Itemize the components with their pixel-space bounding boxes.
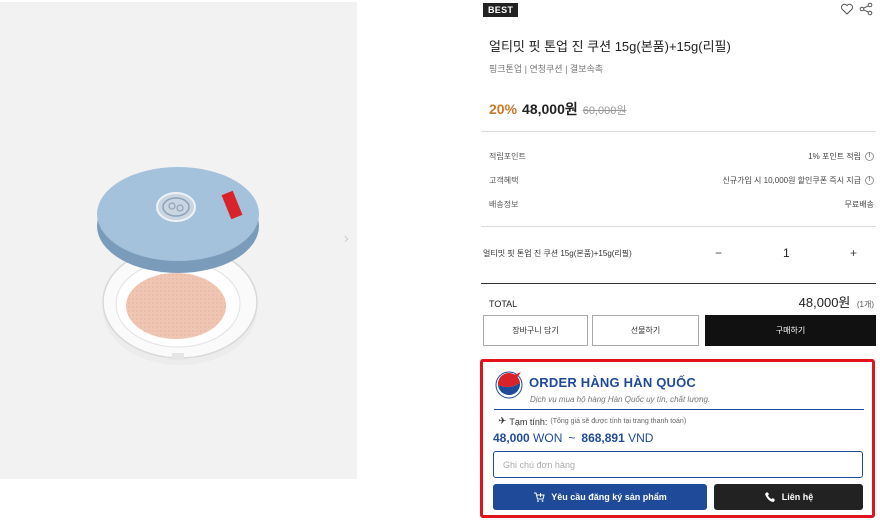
plane-icon: ✈ bbox=[498, 416, 507, 427]
sale-price: 48,000원 bbox=[522, 101, 578, 117]
contact-label: Liên hệ bbox=[781, 492, 814, 502]
detail-label: 고객혜택 bbox=[489, 175, 519, 185]
detail-row-shipping: 배송정보 무료배송 bbox=[489, 198, 874, 210]
total-row: TOTAL 48,000원 (1개) bbox=[489, 292, 874, 312]
order-widget-title: ORDER HÀNG HÀN QUỐC bbox=[529, 375, 697, 390]
quantity-decrease-button[interactable]: − bbox=[715, 246, 722, 260]
add-to-cart-button[interactable]: 장바구니 담기 bbox=[483, 315, 588, 346]
request-product-button[interactable]: Yêu cầu đăng ký sản phẩm bbox=[493, 484, 707, 510]
detail-value: 무료배송 bbox=[844, 199, 874, 209]
product-title: 얼티밋 핏 톤업 진 쿠션 15g(본품)+15g(리필) bbox=[489, 39, 731, 54]
estimate-row: ✈ Tạm tính: (Tổng giá sẽ được tính tại t… bbox=[498, 416, 686, 427]
quantity-value[interactable]: 1 bbox=[783, 246, 790, 260]
heart-icon[interactable] bbox=[840, 2, 854, 16]
divider bbox=[481, 226, 876, 227]
product-image-area: › bbox=[0, 2, 357, 479]
option-row: 얼티밋 핏 톤업 진 쿠션 15g(본품)+15g(리필) − 1 + bbox=[481, 240, 876, 266]
divider bbox=[494, 409, 864, 410]
phone-icon bbox=[764, 492, 775, 502]
info-icon[interactable]: ! bbox=[865, 175, 874, 185]
order-service-widget: ORDER HÀNG HÀN QUỐC Dịch vụ mua hộ hàng … bbox=[480, 359, 875, 518]
vnd-amount: 868,891 bbox=[581, 431, 625, 445]
product-subtitle: 핑크톤업 | 연청쿠션 | 결보속촉 bbox=[489, 64, 604, 74]
price-row: 20% 48,000원 60,000원 bbox=[489, 99, 627, 119]
contact-button[interactable]: Liên hệ bbox=[714, 484, 863, 510]
share-icon[interactable] bbox=[859, 2, 873, 16]
detail-value: 1% 포인트 적립 bbox=[808, 151, 861, 161]
info-icon[interactable]: ! bbox=[865, 151, 874, 161]
detail-row-benefit: 고객혜택 신규가입 시 10,000원 할인쿠폰 즉시 지급 ! bbox=[489, 174, 874, 186]
korea-plane-logo-icon bbox=[495, 371, 523, 399]
total-label: TOTAL bbox=[489, 299, 518, 309]
gift-button[interactable]: 선물하기 bbox=[592, 315, 699, 346]
quantity-increase-button[interactable]: + bbox=[850, 246, 857, 260]
discount-rate: 20% bbox=[489, 101, 518, 117]
detail-label: 배송정보 bbox=[489, 199, 519, 209]
original-price: 60,000원 bbox=[582, 105, 627, 117]
estimate-note: (Tổng giá sẽ được tính tại trang thanh t… bbox=[550, 418, 687, 425]
divider bbox=[481, 283, 876, 284]
option-name: 얼티밋 핏 톤업 진 쿠션 15g(본품)+15g(리필) bbox=[483, 248, 632, 258]
detail-value: 신규가입 시 10,000원 할인쿠폰 즉시 지급 bbox=[722, 175, 861, 185]
won-unit: WON bbox=[533, 431, 563, 445]
best-badge: BEST bbox=[483, 3, 519, 17]
estimate-amounts: 48,000 WON ~ 868,891 VND bbox=[493, 431, 653, 445]
buy-now-button[interactable]: 구매하기 bbox=[705, 315, 876, 346]
cart-plus-icon bbox=[534, 492, 545, 502]
detail-label: 적립포인트 bbox=[489, 151, 526, 161]
vnd-unit: VND bbox=[628, 431, 654, 445]
estimate-label: Tạm tính: bbox=[509, 416, 548, 427]
request-product-label: Yêu cầu đăng ký sản phẩm bbox=[551, 492, 667, 502]
order-widget-tagline: Dịch vụ mua hộ hàng Hàn Quốc uy tín, chấ… bbox=[530, 395, 711, 404]
next-image-arrow[interactable]: › bbox=[344, 230, 349, 248]
total-count: (1개) bbox=[856, 300, 874, 309]
detail-row-points: 적립포인트 1% 포인트 적립 ! bbox=[489, 150, 874, 162]
cushion-compact-image bbox=[97, 167, 259, 365]
total-amount: 48,000원 bbox=[798, 295, 851, 310]
order-note-input[interactable] bbox=[493, 451, 863, 478]
approx-sign: ~ bbox=[568, 431, 576, 445]
divider bbox=[481, 131, 876, 132]
won-amount: 48,000 bbox=[493, 431, 530, 445]
